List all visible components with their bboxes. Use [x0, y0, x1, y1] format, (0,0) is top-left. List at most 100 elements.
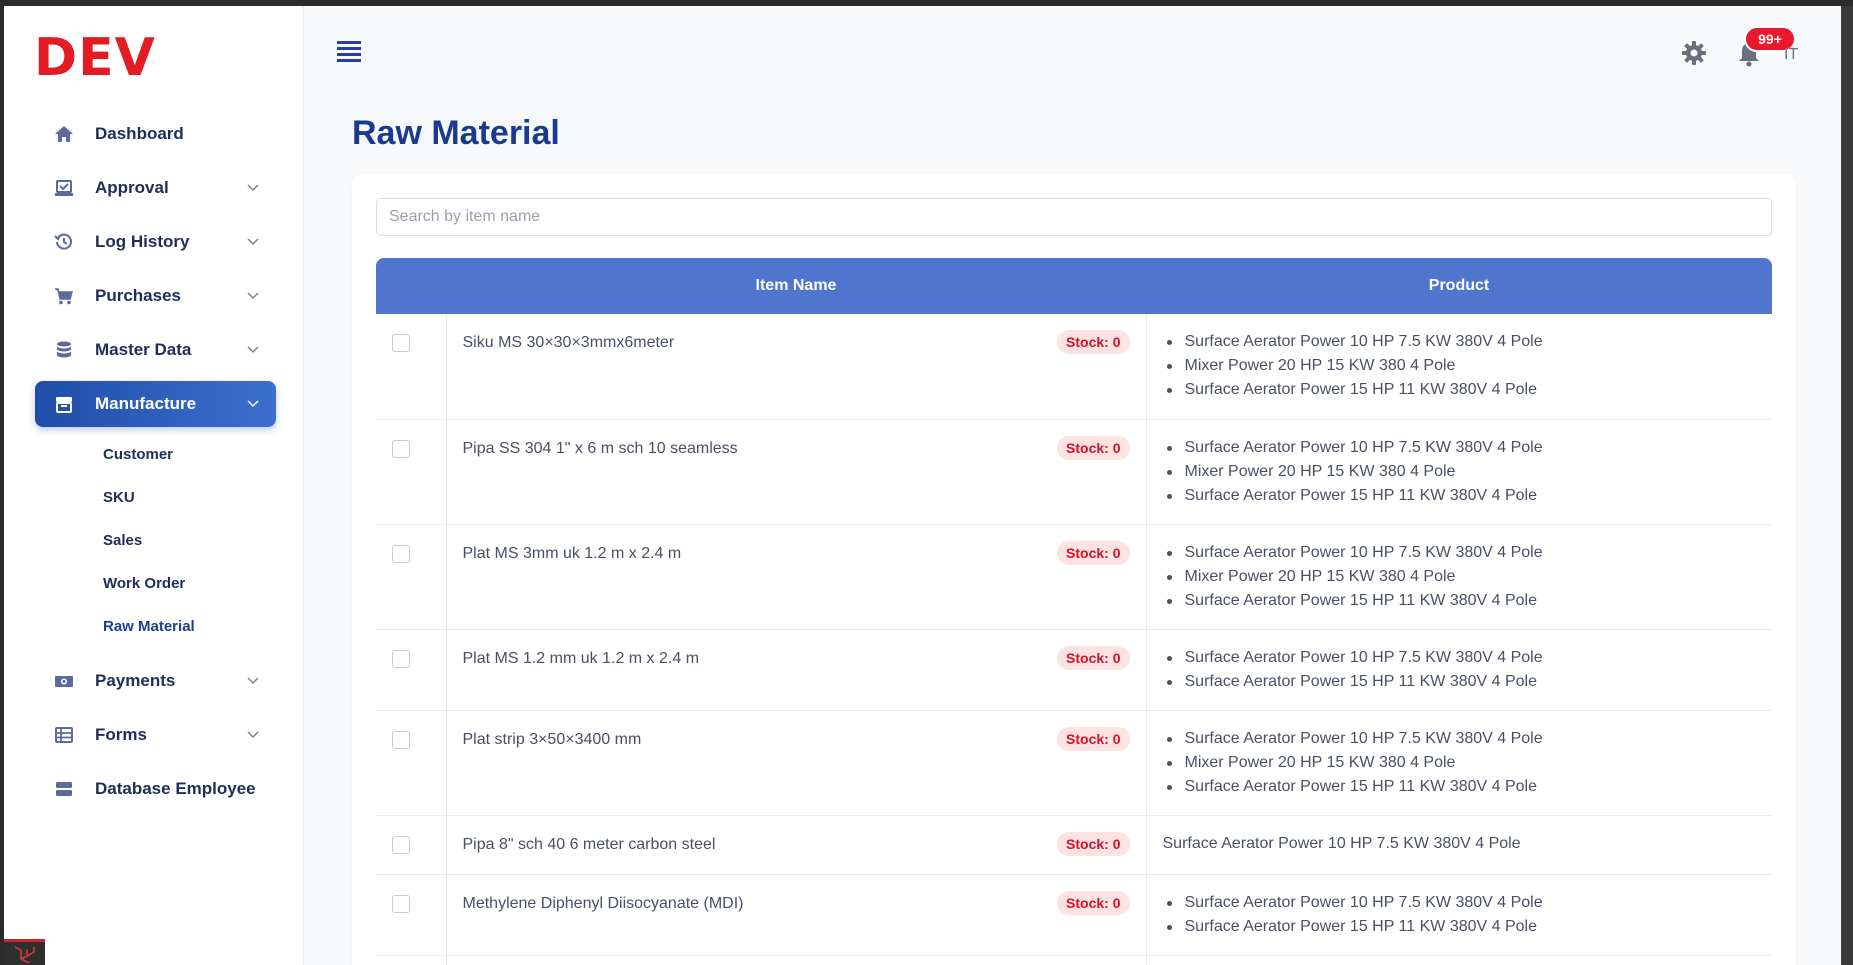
- product-list-item: Surface Aerator Power 10 HP 7.5 KW 380V …: [1163, 541, 1757, 565]
- table-row[interactable]: Plat strip 3×50×3400 mm Stock: 0 Surface…: [376, 710, 1772, 816]
- stock-badge: Stock: 0: [1057, 831, 1130, 856]
- sidebar-item-label: Approval: [95, 178, 169, 197]
- product-list-item: Surface Aerator Power 15 HP 11 KW 380V 4…: [1163, 670, 1757, 694]
- sidebar-item-label: Payments: [95, 671, 176, 690]
- item-name-cell: Plat MS 1.2 mm uk 1.2 m x 2.4 m Stock: 0: [445, 629, 1147, 711]
- product-list-item: Surface Aerator Power 15 HP 11 KW 380V 4…: [1163, 378, 1757, 402]
- item-name-cell: Pipa SS 304 1" x 6 m sch 10 seamless Sto…: [445, 419, 1147, 525]
- item-name: Pipa SS 304 1" x 6 m sch 10 seamless: [462, 439, 738, 457]
- table-row[interactable]: Plat MS 1.2 mm uk 1.2 m x 2.4 m Stock: 0…: [376, 629, 1772, 711]
- row-checkbox[interactable]: [392, 439, 410, 458]
- product-cell: Surface Aerator Power 10 HP 7.5 KW 380V …: [1146, 629, 1772, 711]
- product-list-item: Surface Aerator Power 10 HP 7.5 KW 380V …: [1163, 646, 1757, 670]
- item-name: Methylene Diphenyl Diisocyanate (MDI): [462, 894, 744, 912]
- column-header-product[interactable]: Product: [1146, 258, 1772, 314]
- product-list: Surface Aerator Power 10 HP 7.5 KW 380V …: [1163, 436, 1757, 508]
- item-name-cell: Siku MS 30×30×3mmx6meter Stock: 0: [445, 314, 1147, 420]
- subnav-item-sku[interactable]: SKU: [35, 476, 276, 519]
- product-cell: Surface Aerator Power 10 HP 7.5 KW 380V …: [1146, 815, 1772, 875]
- sidebar-item-label: Dashboard: [95, 124, 184, 143]
- sidebar-item-payments[interactable]: Payments: [35, 658, 276, 704]
- home-icon: [53, 123, 75, 145]
- row-select-cell: [376, 955, 446, 965]
- table-icon: [53, 724, 75, 746]
- item-name-cell: Methylene Diphenyl Diisocyanate (MDI) St…: [445, 874, 1147, 956]
- raw-material-card: Item Name Product Siku MS 30×30×3mmx6met…: [352, 174, 1796, 965]
- sidebar-item-label: Master Data: [95, 340, 192, 359]
- row-select-cell: [376, 314, 446, 420]
- chevron-down-icon: [247, 677, 259, 685]
- column-header-item-name[interactable]: Item Name: [446, 258, 1146, 314]
- product-cell: Surface Aerator Power 10 HP 7.5 KW 380V …: [1146, 874, 1772, 956]
- sidebar-item-label: Manufacture: [95, 394, 197, 413]
- subnav-item-sales[interactable]: Sales: [35, 519, 276, 562]
- product-cell: Surface Aerator Power 10 HP 7.5 KW 380V …: [1146, 314, 1772, 420]
- table-row[interactable]: Methylene Diphenyl Diisocyanate (MDI) St…: [376, 874, 1772, 956]
- row-select-cell: [376, 815, 446, 875]
- subnav-item-customer[interactable]: Customer: [35, 433, 276, 476]
- subnav-item-raw-material[interactable]: Raw Material: [35, 605, 276, 648]
- row-checkbox[interactable]: [392, 649, 410, 668]
- brand-logo[interactable]: DEV: [34, 28, 156, 88]
- table-header-row: Item Name Product: [376, 258, 1772, 314]
- row-checkbox[interactable]: [392, 835, 410, 854]
- user-avatar[interactable]: IT: [1784, 46, 1798, 64]
- product-list: Surface Aerator Power 10 HP 7.5 KW 380V …: [1163, 646, 1757, 694]
- search-input[interactable]: [376, 198, 1772, 236]
- row-checkbox[interactable]: [392, 894, 410, 913]
- row-select-cell: [376, 874, 446, 956]
- product-list: Surface Aerator Power 10 HP 7.5 KW 380V …: [1163, 330, 1757, 402]
- item-name-cell: Plat strip 3×50×3400 mm Stock: 0: [445, 710, 1147, 816]
- table-row[interactable]: Pipa 8" sch 40 6 meter carbon steel Stoc…: [376, 815, 1772, 875]
- gear-icon[interactable]: [1680, 39, 1708, 67]
- sidebar-item-label: Log History: [95, 232, 190, 251]
- product-list: Surface Aerator Power 10 HP 7.5 KW 380V …: [1163, 727, 1757, 799]
- chevron-down-icon: [247, 238, 259, 246]
- table-row[interactable]: Pipa SS 304 1" x 6 m sch 10 seamless Sto…: [376, 419, 1772, 525]
- product-list-item: Surface Aerator Power 10 HP 7.5 KW 380V …: [1163, 330, 1757, 354]
- row-checkbox[interactable]: [392, 544, 410, 563]
- laravel-icon: [4, 939, 45, 965]
- money-icon: [53, 670, 75, 692]
- item-name: Siku MS 30×30×3mmx6meter: [462, 334, 675, 351]
- table-row[interactable]: Siku MS 30×30×3mmx6meter Stock: 0 Surfac…: [376, 314, 1772, 420]
- row-checkbox[interactable]: [392, 334, 410, 352]
- page-title: Raw Material: [352, 114, 560, 152]
- stock-badge: Stock: 0: [1057, 726, 1130, 751]
- chevron-down-icon: [247, 184, 259, 192]
- sidebar: DEV Dashboard Approval Log History Purch…: [4, 6, 304, 965]
- server-icon: [53, 778, 75, 800]
- product-cell: Surface Aerator Power 10 HP 7.5 KW 380V …: [1146, 710, 1772, 816]
- item-name: Pipa 8" sch 40 6 meter carbon steel: [462, 835, 716, 853]
- stock-badge: Stock: 0: [1057, 540, 1130, 565]
- product-list: Surface Aerator Power 10 HP 7.5 KW 380V …: [1163, 891, 1757, 939]
- sidebar-item-master-data[interactable]: Master Data: [35, 327, 276, 373]
- item-name-cell: Pipa 8" sch 40 6 meter carbon steel Stoc…: [445, 815, 1147, 875]
- hamburger-menu-icon[interactable]: [334, 36, 364, 66]
- table-row[interactable]: Plat MS 3mm uk 1.2 m x 2.4 m Stock: 0 Su…: [376, 524, 1772, 630]
- row-select-cell: [376, 419, 446, 525]
- sidebar-item-database-employee[interactable]: Database Employee: [35, 766, 276, 812]
- sidebar-item-forms[interactable]: Forms: [35, 712, 276, 758]
- sidebar-item-purchases[interactable]: Purchases: [35, 273, 276, 319]
- subnav-item-work-order[interactable]: Work Order: [35, 562, 276, 605]
- cart-icon: [53, 285, 75, 307]
- sidebar-item-label: Purchases: [95, 286, 181, 305]
- sidebar-item-label: Database Employee: [95, 779, 256, 798]
- product-list-item: Surface Aerator Power 15 HP 11 KW 380V 4…: [1163, 915, 1757, 939]
- stock-badge: Stock: 0: [1057, 330, 1130, 354]
- row-checkbox[interactable]: [392, 730, 410, 749]
- table-row[interactable]: [376, 955, 1772, 965]
- sidebar-item-approval[interactable]: Approval: [35, 165, 276, 211]
- sidebar-item-manufacture[interactable]: Manufacture: [35, 381, 276, 427]
- sidebar-item-log-history[interactable]: Log History: [35, 219, 276, 265]
- stock-badge: Stock: 0: [1057, 890, 1130, 915]
- manufacture-submenu: Customer SKU Sales Work Order Raw Materi…: [35, 433, 276, 648]
- sidebar-item-label: Forms: [95, 725, 147, 744]
- row-select-cell: [376, 629, 446, 711]
- store-icon: [53, 393, 75, 415]
- sidebar-item-dashboard[interactable]: Dashboard: [35, 111, 276, 157]
- product-list-item: Surface Aerator Power 15 HP 11 KW 380V 4…: [1163, 484, 1757, 508]
- sidebar-nav: Dashboard Approval Log History Purchases…: [35, 111, 276, 820]
- product-list-item: Mixer Power 20 HP 15 KW 380 4 Pole: [1163, 565, 1757, 589]
